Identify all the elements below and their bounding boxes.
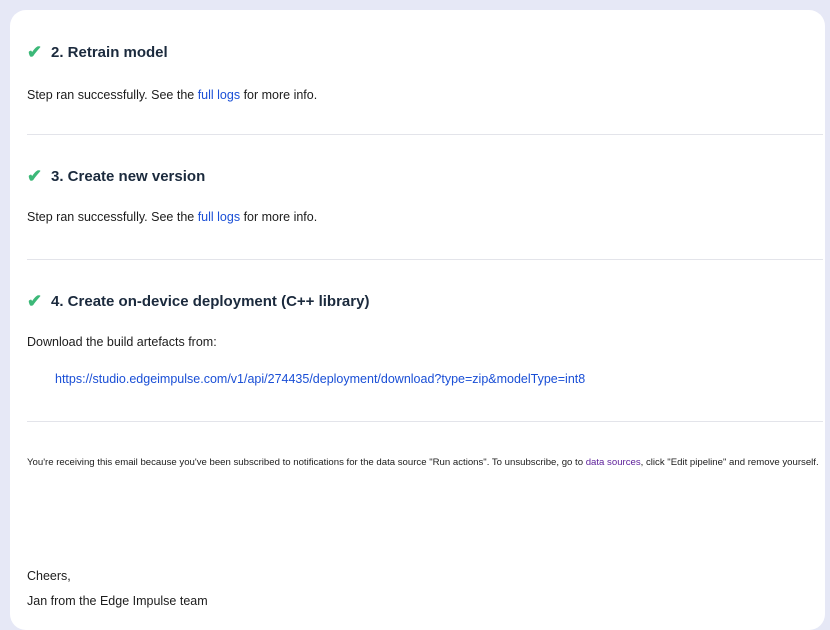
status-text-prefix: Step ran successfully. See the bbox=[27, 88, 198, 102]
divider bbox=[27, 134, 823, 135]
check-icon: ✔ bbox=[27, 42, 43, 62]
step-title: 3. Create new version bbox=[51, 168, 206, 185]
step-status-text: Step ran successfully. See the full logs… bbox=[27, 88, 317, 102]
subscription-notice: You're receiving this email because you'… bbox=[27, 450, 823, 476]
check-icon: ✔ bbox=[27, 166, 43, 186]
step-title: 2. Retrain model bbox=[51, 44, 168, 61]
check-icon: ✔ bbox=[27, 291, 43, 311]
status-text-suffix: for more info. bbox=[240, 210, 318, 224]
status-text-suffix: for more info. bbox=[240, 88, 318, 102]
divider bbox=[27, 421, 823, 422]
step-title: 4. Create on-device deployment (C++ libr… bbox=[51, 293, 370, 310]
status-text-prefix: Step ran successfully. See the bbox=[27, 210, 198, 224]
email-card: ✔ 2. Retrain model Step ran successfully… bbox=[10, 10, 825, 630]
download-instructions: Download the build artefacts from: bbox=[27, 335, 217, 349]
step-status-text: Step ran successfully. See the full logs… bbox=[27, 210, 317, 224]
step-heading-create-version: ✔ 3. Create new version bbox=[27, 166, 205, 187]
deployment-download-link[interactable]: https://studio.edgeimpulse.com/v1/api/27… bbox=[55, 372, 585, 386]
closing-text: Cheers, bbox=[27, 569, 71, 583]
full-logs-link[interactable]: full logs bbox=[198, 210, 240, 224]
notice-text-prefix: You're receiving this email because you'… bbox=[27, 457, 586, 468]
step-heading-retrain: ✔ 2. Retrain model bbox=[27, 42, 168, 63]
divider bbox=[27, 259, 823, 260]
signature-text: Jan from the Edge Impulse team bbox=[27, 594, 208, 608]
notice-text-suffix: , click "Edit pipeline" and remove yours… bbox=[640, 457, 819, 468]
full-logs-link[interactable]: full logs bbox=[198, 88, 240, 102]
step-heading-deployment: ✔ 4. Create on-device deployment (C++ li… bbox=[27, 291, 369, 312]
data-sources-link[interactable]: data sources bbox=[586, 457, 641, 468]
